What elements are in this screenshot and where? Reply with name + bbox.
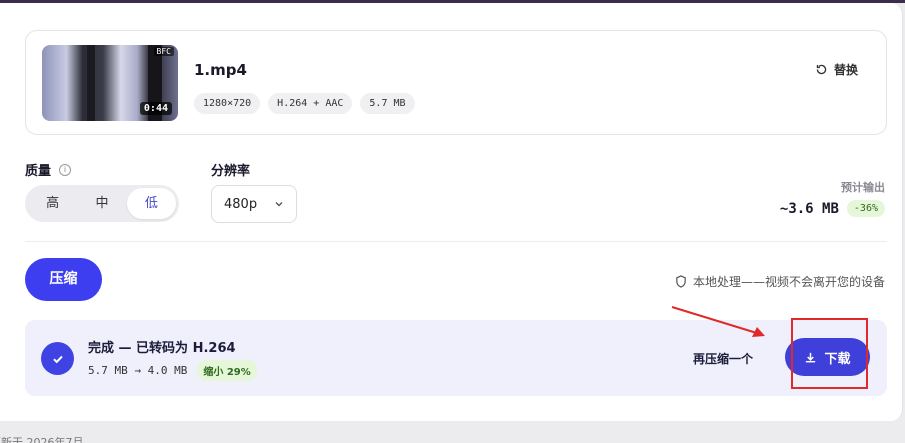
quality-option-high[interactable]: 高 <box>28 188 77 219</box>
quality-segmented-control: 高 中 低 <box>25 185 179 222</box>
annotation-arrow <box>671 306 765 337</box>
estimated-output-label: 预计输出 <box>841 181 885 194</box>
recompress-button[interactable]: 再压缩一个 <box>693 350 753 367</box>
file-meta-chips: 1280×720 H.264 + AAC 5.7 MB <box>194 93 415 114</box>
resolution-label: 分辨率 <box>211 164 251 179</box>
quality-option-medium[interactable]: 中 <box>77 188 126 219</box>
file-name: 1.mp4 <box>194 61 247 79</box>
estimated-size: ~3.6 MB <box>779 200 839 217</box>
chevron-down-icon <box>275 202 283 207</box>
divider <box>25 241 887 242</box>
quality-option-low[interactable]: 低 <box>126 188 176 219</box>
quality-label: 质量 i <box>25 160 72 179</box>
shield-icon <box>676 275 686 288</box>
file-info-panel: BFC 0:44 1.mp4 1280×720 H.264 + AAC 5.7 … <box>25 30 887 135</box>
thumbnail-tag: BFC <box>153 47 174 56</box>
size-change: 5.7 MB → 4.0 MB <box>88 364 188 377</box>
replace-button[interactable]: 替换 <box>815 61 858 78</box>
info-icon[interactable]: i <box>59 163 72 176</box>
estimated-change-badge: -36% <box>846 200 885 217</box>
resolution-chip: 1280×720 <box>194 93 261 114</box>
refresh-icon <box>816 64 827 75</box>
result-title: 完成 — 已转码为 H.264 <box>88 341 236 356</box>
annotation-highlight-box <box>791 318 868 389</box>
replace-label: 替换 <box>833 63 858 77</box>
codec-chip: H.264 + AAC <box>268 93 353 114</box>
filesize-chip: 5.7 MB <box>360 93 415 114</box>
estimated-output: ~3.6 MB -36% <box>780 200 885 217</box>
local-processing-note: 本地处理——视频不会离开您的设备 <box>675 273 885 290</box>
video-duration: 0:44 <box>139 102 172 115</box>
result-detail: 5.7 MB → 4.0 MB 缩小 29% <box>88 360 257 381</box>
shrink-badge: 缩小 29% <box>197 360 257 381</box>
compress-button[interactable]: 压缩 <box>25 258 102 301</box>
footer-text: 更新于 2026年7月 <box>0 436 84 443</box>
resolution-value: 480p <box>224 196 258 212</box>
video-thumbnail: BFC 0:44 <box>42 45 178 121</box>
compressor-card: BFC 0:44 1.mp4 1280×720 H.264 + AAC 5.7 … <box>0 3 903 421</box>
success-check-icon <box>41 342 74 375</box>
resolution-select[interactable]: 480p <box>211 185 297 223</box>
